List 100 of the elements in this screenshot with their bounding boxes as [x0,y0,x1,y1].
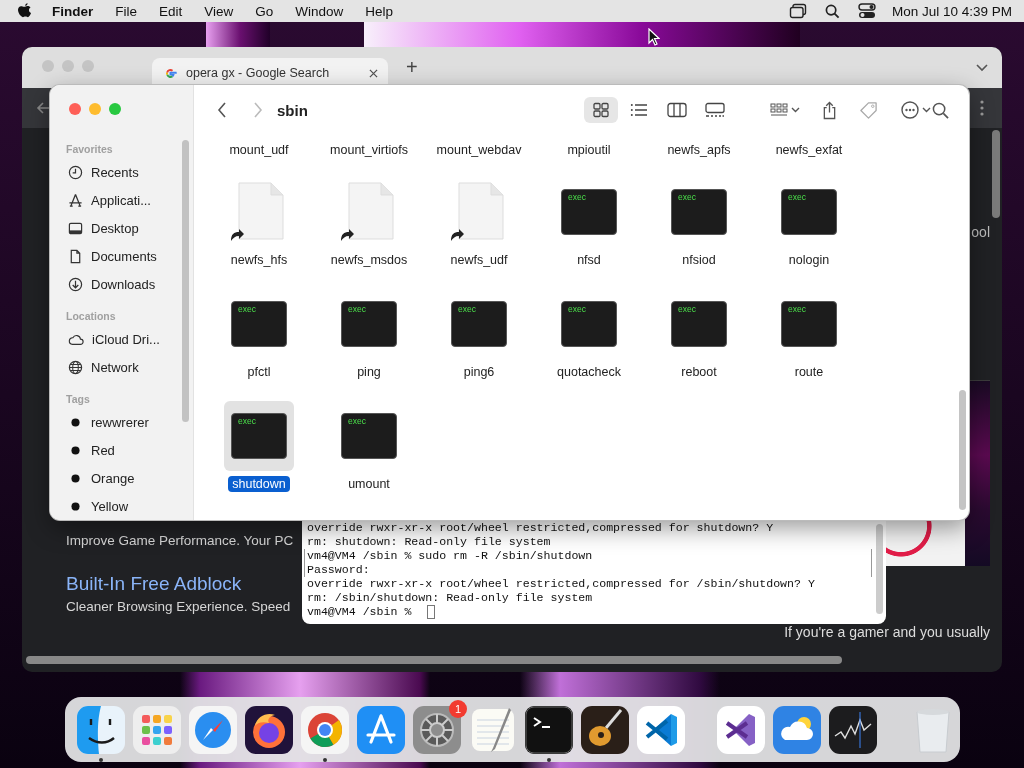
app-grid-icon[interactable] [133,705,181,754]
chevron-down-icon[interactable] [976,63,988,72]
scrollbar[interactable] [959,390,966,510]
file-name[interactable]: ping [353,364,385,380]
back-arrow-icon[interactable] [36,101,50,115]
result-text: Cleaner Browsing Experience. Speed [66,598,291,616]
more-icon[interactable] [900,100,932,120]
file-name[interactable]: mount_udf [225,142,293,158]
list-icon [630,102,648,118]
columns-icon [667,102,687,118]
close-button[interactable] [69,103,81,115]
file-name[interactable]: shutdown [228,476,290,492]
file-name[interactable]: quotacheck [553,364,625,380]
code-ribbon-icon[interactable] [637,705,685,754]
menu-item[interactable]: Edit [159,3,183,19]
menu-clock[interactable]: Mon Jul 10 4:39 PM [891,3,1012,19]
file-name[interactable]: mpioutil [563,142,615,158]
globe-icon [68,359,83,375]
stock-chart-icon[interactable] [829,705,877,754]
file-name[interactable]: mount_virtiofs [326,142,412,158]
search-icon[interactable] [824,3,840,19]
gear-icon[interactable] [413,705,461,754]
file-name[interactable]: ping6 [459,364,499,380]
sidebar-item[interactable]: Yellow [91,498,129,514]
cloud-icon [68,332,84,346]
mouse-pointer-icon [648,28,660,46]
file-name[interactable]: newfs_exfat [771,142,847,158]
terminal-file-icon[interactable]: exec [224,401,294,471]
compass-icon[interactable] [189,705,237,754]
file-name[interactable]: nfsiod [678,252,720,268]
menu-item[interactable]: View [204,3,234,19]
file-name[interactable]: newfs_msdos [326,252,412,268]
result-heading-link[interactable]: Built-In Free Adblock [66,572,242,596]
letter-a-icon[interactable] [357,705,405,754]
smiling-face-icon[interactable] [77,705,125,754]
tag-dot-icon [71,445,80,455]
file-name[interactable]: umount [344,476,394,492]
back-chevron-icon[interactable] [217,102,227,118]
scrollbar[interactable] [992,130,1000,218]
apple-logo-icon[interactable] [18,3,32,19]
file-name[interactable]: newfs_apfs [663,142,735,158]
toggles-icon[interactable] [857,3,876,19]
sidebar-item[interactable]: Network [91,359,139,375]
sidebar-item[interactable]: Red [91,442,115,458]
result-text: If you're a gamer and you usually [784,624,990,640]
fox-globe-icon[interactable] [245,705,293,754]
file-name[interactable]: route [790,364,828,380]
menu-app-name[interactable]: Finder [52,3,94,19]
sidebar-item[interactable]: Orange [91,470,135,486]
menu-item[interactable]: Go [255,3,274,19]
file-name[interactable]: pfctl [243,364,275,380]
gallery-icon [705,102,725,118]
sidebar-item[interactable]: iCloud Dri... [92,331,160,347]
windows-icon[interactable] [788,3,807,19]
file-name[interactable]: mount_webdav [432,142,526,158]
new-tab-button[interactable]: + [406,56,418,79]
scrollbar[interactable] [182,140,189,422]
group-icon[interactable] [770,102,800,118]
terminal-line: override rwxr-xr-x root/wheel restricted,compressed for shutdown? Y [307,521,775,535]
text-cursor [427,605,436,619]
sidebar-item[interactable]: Applicati... [91,192,151,208]
sidebar-item[interactable]: Recents [91,164,139,180]
terminal-line: vm4@VM4 /sbin % sudo rm -R /sbin/shutdown [304,549,872,563]
apps-icon [68,192,83,208]
terminal-line: override rwxr-xr-x root/wheel restricted,compressed for /sbin/shutdown? Y [307,577,816,591]
g-logo-icon [164,66,177,80]
file-name[interactable]: reboot [677,364,721,380]
sidebar-item[interactable]: Downloads [91,276,156,292]
sidebar-item[interactable]: Documents [91,248,157,264]
guitar-icon[interactable] [581,705,629,754]
icons-view-button[interactable] [584,97,618,123]
share-icon[interactable] [822,100,837,120]
close-icon[interactable] [369,68,378,78]
clock-icon [68,164,83,180]
tag-dot-icon [71,501,80,511]
download-icon [68,276,83,292]
menu-icon[interactable] [980,100,984,116]
sidebar-item[interactable]: Desktop [91,220,139,236]
scrollbar[interactable] [26,656,842,664]
document-icon [68,248,83,264]
notepad-pen-icon[interactable] [469,705,517,754]
file-name[interactable]: newfs_hfs [226,252,292,268]
infinity-ribbon-icon[interactable] [717,705,765,754]
scrollbar[interactable] [876,524,883,614]
file-name[interactable]: nologin [784,252,834,268]
terminal-line: rm: shutdown: Read-only file system [307,535,552,549]
sun-cloud-icon[interactable] [773,705,821,754]
sidebar-item[interactable]: rewwrerer [91,414,149,430]
window-title: sbin [277,101,308,119]
terminal-line: rm: /sbin/shutdown: Read-only file system [307,591,594,605]
four-squares-icon [592,102,610,118]
tag-dot-icon [71,417,80,427]
search-icon[interactable] [932,101,949,119]
terminal-icon[interactable] [525,705,573,754]
sidebar-heading: Tags [66,392,91,407]
menu-item[interactable]: Help [365,3,394,19]
menu-item[interactable]: Window [295,3,344,19]
file-name[interactable]: newfs_udf [446,252,512,268]
menu-item[interactable]: File [115,3,138,19]
file-name[interactable]: nfsd [573,252,605,268]
